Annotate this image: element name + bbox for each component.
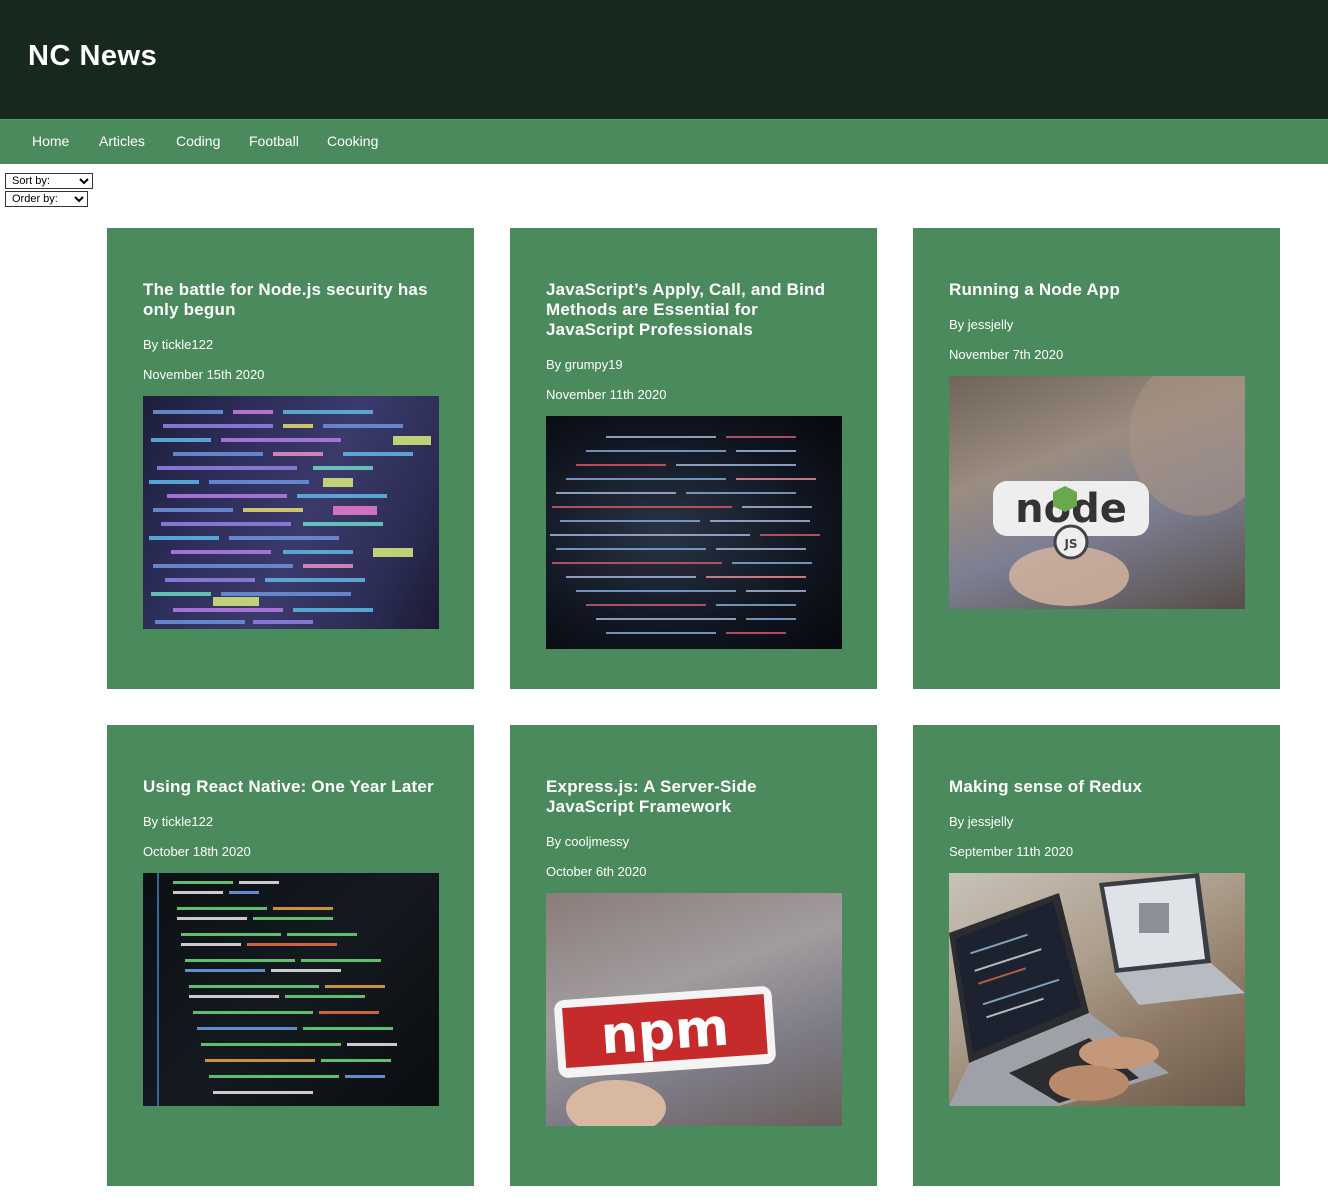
article-author: By jessjelly [949, 814, 1014, 829]
article-card[interactable]: Using React Native: One Year Later By ti… [107, 725, 474, 1186]
article-title[interactable]: Using React Native: One Year Later [143, 777, 438, 797]
article-card[interactable]: JavaScript’s Apply, Call, and Bind Metho… [510, 228, 877, 689]
node-sticker-image: node JS [949, 376, 1245, 609]
nav-item-coding[interactable]: Coding [176, 133, 220, 149]
nav-item-cooking[interactable]: Cooking [327, 133, 378, 149]
article-title[interactable]: Express.js: A Server-Side JavaScript Fra… [546, 777, 841, 817]
nav-item-articles[interactable]: Articles [99, 133, 145, 149]
article-title[interactable]: The battle for Node.js security has only… [143, 280, 438, 320]
code-editor-image [143, 873, 439, 1106]
article-date: October 6th 2020 [546, 864, 647, 879]
article-author: By tickle122 [143, 337, 214, 352]
nav-item-home[interactable]: Home [32, 133, 69, 149]
article-date: November 15th 2020 [143, 367, 265, 382]
article-date: November 11th 2020 [546, 387, 667, 402]
article-author: By tickle122 [143, 814, 214, 829]
laptops-image [949, 873, 1245, 1106]
article-card[interactable]: Making sense of Redux By jessjelly Septe… [913, 725, 1280, 1186]
article-date: November 7th 2020 [949, 347, 1064, 362]
article-title[interactable]: Running a Node App [949, 280, 1244, 300]
article-author: By cooljmessy [546, 834, 630, 849]
site-title: NC News [28, 40, 158, 72]
svg-text:npm: npm [599, 998, 731, 1067]
article-title[interactable]: JavaScript’s Apply, Call, and Bind Metho… [546, 280, 841, 340]
code-screen-image [143, 396, 439, 629]
sort-by-select[interactable]: Sort by: [5, 173, 93, 189]
article-author: By jessjelly [949, 317, 1014, 332]
article-author: By grumpy19 [546, 357, 623, 372]
article-card[interactable]: Running a Node App By jessjelly November… [913, 228, 1280, 689]
nav-item-football[interactable]: Football [249, 133, 299, 149]
article-date: October 18th 2020 [143, 844, 251, 859]
site-header: NC News [0, 0, 1328, 119]
article-card[interactable]: The battle for Node.js security has only… [107, 228, 474, 689]
svg-text:JS: JS [1063, 537, 1077, 551]
article-title[interactable]: Making sense of Redux [949, 777, 1244, 797]
order-by-select[interactable]: Order by: [5, 191, 88, 207]
article-date: September 11th 2020 [949, 844, 1074, 859]
code-screen-image [546, 416, 842, 649]
npm-sticker-image: npm [546, 893, 842, 1126]
nav-bar: Home Articles Coding Football Cooking [0, 119, 1328, 164]
article-card[interactable]: Express.js: A Server-Side JavaScript Fra… [510, 725, 877, 1186]
